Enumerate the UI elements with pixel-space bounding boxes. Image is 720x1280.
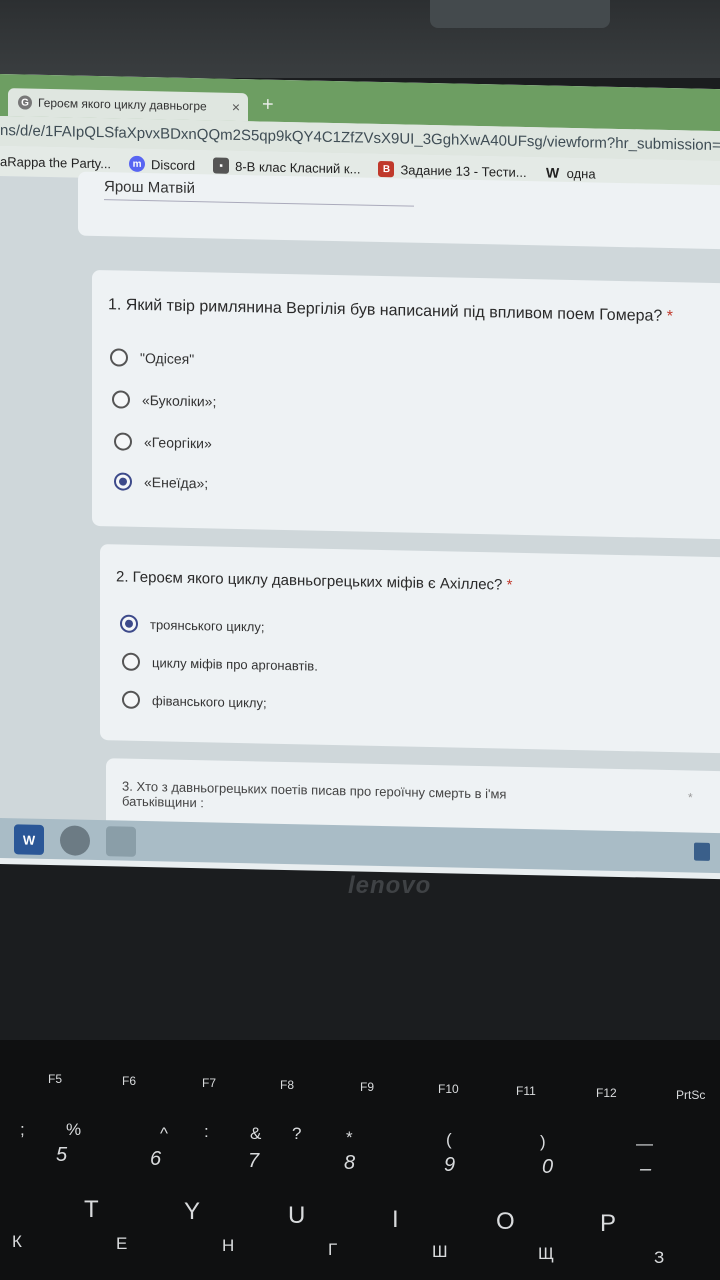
screen-top-bezel — [0, 0, 720, 78]
key-y: Y — [184, 1198, 201, 1225]
wikipedia-icon: W — [546, 164, 560, 181]
key-f12: F12 — [596, 1086, 617, 1100]
bezel-camera-area — [430, 0, 610, 28]
bookmark-task13[interactable]: B Задание 13 - Тести... — [378, 160, 527, 180]
question-1-title: 1. Який твір римлянина Вергілія був напи… — [108, 296, 673, 326]
key-cyr: З — [654, 1248, 665, 1267]
key-cyr: Щ — [538, 1244, 554, 1263]
bookmark-label: одна — [566, 165, 596, 181]
bookmark-label: Задание 13 - Тести... — [400, 161, 527, 180]
radio-button[interactable] — [110, 348, 128, 367]
laptop-keyboard: F5 F6 F7 F8 F9 F10 F11 F12 PrtSc ; % ^ :… — [0, 1040, 720, 1280]
required-mark: * — [688, 790, 693, 805]
key-f5: F5 — [48, 1072, 63, 1086]
q2-option-2[interactable]: циклу міфів про аргонавтів. — [122, 652, 318, 675]
key-cyr: Ш — [432, 1242, 448, 1261]
key-symbol: % — [66, 1120, 82, 1139]
key-symbol: ) — [540, 1132, 546, 1151]
key-f10: F10 — [438, 1082, 459, 1096]
name-answer[interactable]: Ярош Матвій — [104, 178, 414, 207]
key-t: T — [84, 1196, 99, 1223]
radio-button-selected[interactable] — [114, 472, 132, 491]
chrome-profile-icon[interactable] — [106, 826, 136, 857]
bookmark-wikipedia[interactable]: W одна — [545, 164, 596, 181]
bookmark-1[interactable]: aRappa the Party... — [0, 154, 111, 171]
q1-option-2[interactable]: «Буколіки»; — [112, 390, 216, 410]
key-0: 0 — [542, 1156, 554, 1178]
q1-option-4[interactable]: «Енеїда»; — [114, 472, 208, 492]
form-content: Ярош Матвій 1. Який твір римлянина Вергі… — [0, 171, 720, 862]
key-i: I — [392, 1206, 399, 1233]
key-cyr: Г — [328, 1240, 338, 1259]
key-f7: F7 — [202, 1076, 217, 1090]
question-card-1: 1. Який твір римлянина Вергілія був напи… — [92, 269, 720, 540]
new-tab-button[interactable]: + — [262, 93, 274, 116]
key-symbol: * — [346, 1128, 353, 1147]
b-icon: B — [378, 160, 395, 178]
key-p: P — [600, 1210, 617, 1237]
key-symbol: & — [250, 1124, 262, 1143]
bookmark-label: aRappa the Party... — [0, 153, 112, 171]
key-symbol: : — [204, 1122, 209, 1141]
key-f11: F11 — [516, 1084, 536, 1098]
question-3-title: 3. Хто з давньогрецьких поетів писав про… — [122, 778, 507, 811]
key-cyr: Е — [116, 1234, 128, 1253]
name-card: Ярош Матвій — [78, 171, 720, 250]
tab-title: Героєм якого циклу давньогре — [38, 95, 207, 114]
key-symbol: — — [636, 1134, 653, 1153]
key-f8: F8 — [280, 1078, 295, 1092]
radio-button[interactable] — [112, 390, 130, 409]
key-symbol: ; — [20, 1120, 25, 1139]
tray-icon[interactable] — [694, 842, 710, 861]
key-minus: – — [640, 1158, 652, 1180]
key-cyr: Н — [222, 1236, 235, 1255]
key-symbol: ^ — [160, 1124, 168, 1143]
key-cyr: К — [12, 1232, 22, 1251]
key-5: 5 — [56, 1144, 68, 1166]
key-6: 6 — [150, 1148, 162, 1170]
q2-option-3[interactable]: фіванського циклу; — [122, 690, 267, 712]
google-icon: G — [18, 95, 32, 110]
key-symbol: ( — [446, 1130, 452, 1149]
radio-button[interactable] — [122, 690, 140, 709]
q2-option-1[interactable]: троянського циклу; — [120, 614, 265, 636]
question-2-title: 2. Героєм якого циклу давньогрецьких міф… — [116, 568, 513, 594]
word-icon[interactable]: W — [14, 824, 44, 855]
discord-icon: m — [129, 155, 146, 173]
key-9: 9 — [444, 1154, 456, 1176]
key-prtsc: PrtSc — [676, 1088, 706, 1102]
question-card-2: 2. Героєм якого циклу давньогрецьких міф… — [100, 544, 720, 754]
radio-button[interactable] — [122, 652, 140, 671]
bookmark-label: 8-В клас Класний к... — [235, 158, 361, 177]
key-8: 8 — [344, 1152, 356, 1174]
q1-option-1[interactable]: "Одісея" — [110, 348, 194, 368]
key-o: O — [496, 1208, 515, 1235]
bookmark-classroom[interactable]: ▪ 8-В клас Класний к... — [213, 157, 360, 176]
tab-close-button[interactable]: × — [232, 99, 240, 115]
key-u: U — [288, 1202, 306, 1229]
classroom-icon: ▪ — [213, 157, 230, 174]
q1-option-3[interactable]: «Георгіки» — [114, 432, 212, 452]
key-f9: F9 — [360, 1080, 375, 1094]
bookmark-label: Discord — [151, 156, 196, 173]
bookmark-discord[interactable]: m Discord — [129, 155, 196, 173]
radio-button[interactable] — [114, 432, 132, 451]
key-f6: F6 — [122, 1074, 137, 1088]
key-symbol: ? — [292, 1124, 302, 1143]
chrome-icon[interactable] — [60, 825, 90, 856]
key-7: 7 — [248, 1150, 260, 1172]
radio-button-selected[interactable] — [120, 614, 138, 633]
lenovo-logo: lenovo — [348, 872, 432, 899]
laptop-screen: G Героєм якого циклу давньогре × + ns/d/… — [0, 74, 720, 880]
required-mark: * — [506, 576, 513, 594]
required-mark: * — [666, 307, 673, 326]
